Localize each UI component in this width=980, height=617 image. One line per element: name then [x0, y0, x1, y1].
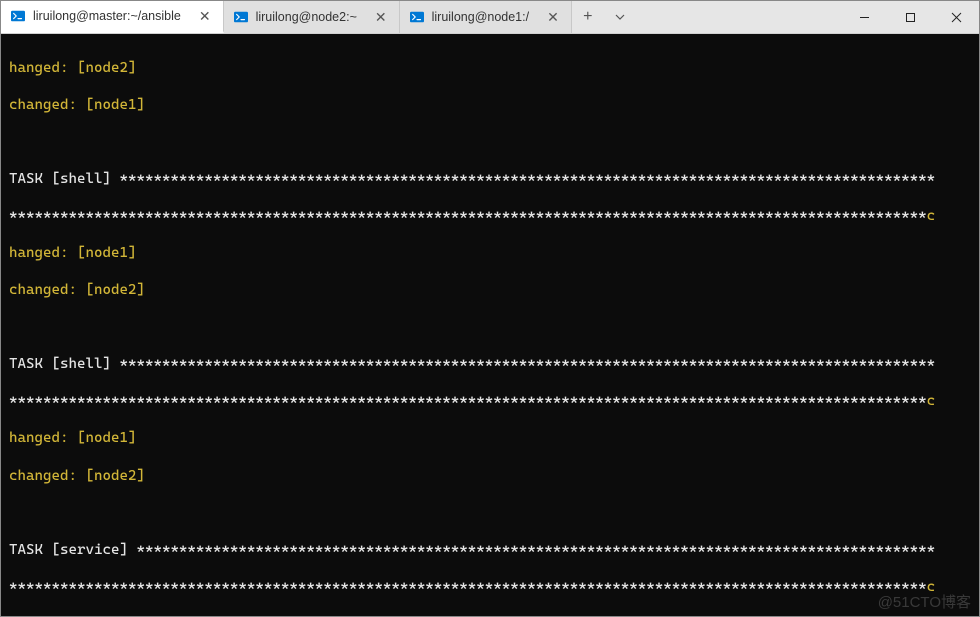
output-line: changed: [node2]: [9, 281, 971, 300]
output-line: changed: [node2]: [9, 467, 971, 486]
close-icon[interactable]: ✕: [197, 8, 213, 25]
blank-line: [9, 318, 971, 337]
output-line: hanged: [node2]: [9, 615, 971, 616]
task-header-cont: ****************************************…: [9, 578, 971, 597]
titlebar: liruilong@master:~/ansible ✕ liruilong@n…: [1, 1, 979, 34]
close-icon[interactable]: ✕: [373, 9, 389, 26]
tab-title: liruilong@node1:/: [432, 10, 529, 24]
terminal-window: liruilong@master:~/ansible ✕ liruilong@n…: [0, 0, 980, 617]
blank-line: [9, 133, 971, 152]
task-header-cont: ****************************************…: [9, 392, 971, 411]
task-header-cont: ****************************************…: [9, 207, 971, 226]
blank-line: [9, 504, 971, 523]
tab-title: liruilong@node2:~: [256, 10, 357, 24]
output-line: hanged: [node1]: [9, 244, 971, 263]
powershell-icon: [410, 10, 424, 24]
tab-title: liruilong@master:~/ansible: [33, 9, 181, 23]
window-controls: [841, 1, 979, 33]
tab-dropdown-button[interactable]: [604, 1, 636, 33]
minimize-button[interactable]: [841, 1, 887, 33]
output-line: changed: [node1]: [9, 96, 971, 115]
maximize-button[interactable]: [887, 1, 933, 33]
tab-2[interactable]: liruilong@node2:~ ✕: [224, 1, 400, 33]
output-line: hanged: [node2]: [9, 59, 971, 78]
powershell-icon: [234, 10, 248, 24]
task-header: TASK [shell] ***************************…: [9, 170, 971, 189]
close-window-button[interactable]: [933, 1, 979, 33]
terminal-pane[interactable]: hanged: [node2] changed: [node1] TASK [s…: [1, 34, 979, 616]
powershell-icon: [11, 9, 25, 23]
task-header: TASK [service] *************************…: [9, 541, 971, 560]
output-line: hanged: [node1]: [9, 429, 971, 448]
task-header: TASK [shell] ***************************…: [9, 355, 971, 374]
new-tab-button[interactable]: +: [572, 1, 604, 33]
close-icon[interactable]: ✕: [545, 9, 561, 26]
tab-1[interactable]: liruilong@master:~/ansible ✕: [1, 1, 224, 33]
tab-strip: liruilong@master:~/ansible ✕ liruilong@n…: [1, 1, 841, 33]
tab-3[interactable]: liruilong@node1:/ ✕: [400, 1, 572, 33]
